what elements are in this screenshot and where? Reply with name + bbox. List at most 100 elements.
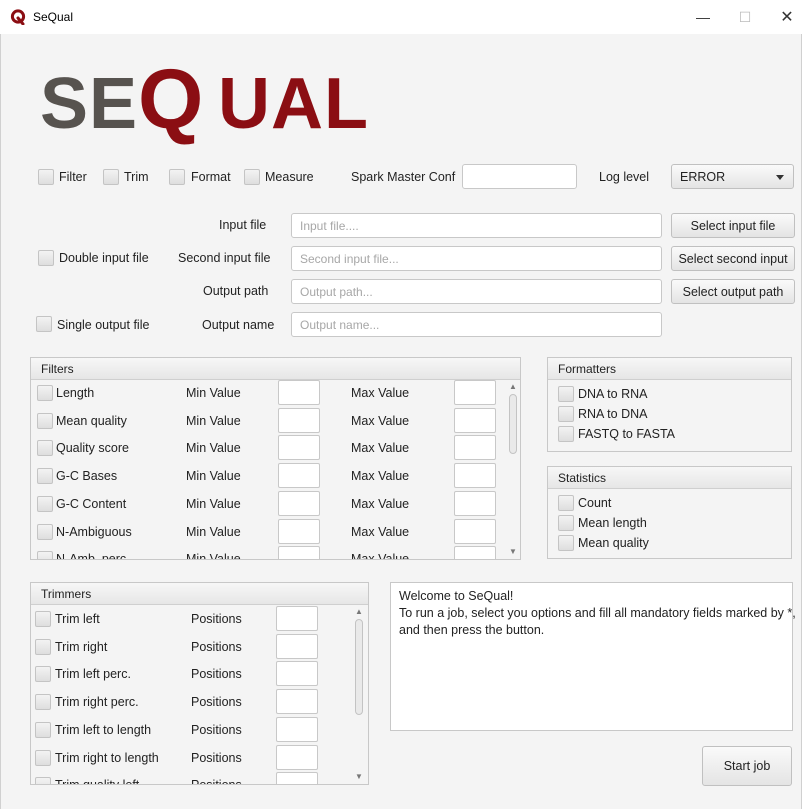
positions-input[interactable]: [276, 661, 318, 687]
formatter-label: DNA to RNA: [578, 387, 648, 401]
app-icon: [10, 9, 26, 25]
filter-row-checkbox[interactable]: [37, 523, 53, 540]
output-path-field[interactable]: [291, 279, 662, 304]
format-checkbox[interactable]: [169, 169, 185, 185]
filter-row-checkbox[interactable]: [37, 551, 53, 559]
max-value-input[interactable]: [454, 463, 496, 489]
trimmer-row-checkbox[interactable]: [35, 666, 51, 683]
single-output-checkbox[interactable]: [36, 316, 52, 332]
filter-row-label: G-C Content: [56, 496, 127, 511]
input-file-field[interactable]: [291, 213, 662, 238]
filter-row-checkbox[interactable]: [37, 385, 53, 401]
min-value-input[interactable]: [278, 490, 320, 516]
positions-label: Positions: [191, 750, 242, 765]
filters-scrollbar[interactable]: ▲ ▼: [507, 380, 520, 559]
statistic-checkbox[interactable]: [558, 535, 574, 551]
filter-row-label: N-Amb. perc.: [56, 552, 130, 560]
statistics-title: Statistics: [548, 467, 791, 489]
min-value-input[interactable]: [278, 546, 320, 559]
formatter-checkbox[interactable]: [558, 386, 574, 402]
filters-title: Filters: [31, 358, 520, 380]
trimmer-row-checkbox[interactable]: [35, 777, 51, 784]
positions-input[interactable]: [276, 772, 318, 784]
trimmer-row-label: Trim left to length: [55, 722, 152, 737]
double-input-checkbox[interactable]: [38, 250, 54, 266]
console-output[interactable]: Welcome to SeQual! To run a job, select …: [390, 582, 796, 731]
min-value-label: Min Value: [186, 524, 241, 539]
trimmer-row-checkbox[interactable]: [35, 749, 51, 766]
select-output-path-button[interactable]: Select output path: [671, 279, 795, 304]
statistic-checkbox[interactable]: [558, 515, 574, 531]
trimmers-scrollbar[interactable]: ▲ ▼: [353, 605, 366, 784]
output-name-field[interactable]: [291, 312, 662, 337]
filter-row-label: Quality score: [56, 441, 129, 456]
minimize-button[interactable]: —: [680, 0, 726, 34]
scroll-thumb[interactable]: [355, 619, 363, 715]
log-level-select[interactable]: ERROR: [671, 164, 794, 189]
formatter-label: FASTQ to FASTA: [578, 427, 676, 441]
maximize-button[interactable]: ☐: [722, 0, 768, 34]
scroll-thumb[interactable]: [509, 394, 517, 454]
select-second-input-button[interactable]: Select second input: [671, 246, 795, 271]
statistic-checkbox[interactable]: [558, 495, 574, 511]
positions-label: Positions: [191, 639, 242, 654]
max-value-input[interactable]: [454, 435, 496, 461]
filter-row-label: N-Ambiguous: [56, 524, 132, 539]
trimmer-row-label: Trim left: [55, 612, 100, 626]
positions-input[interactable]: [276, 606, 318, 631]
start-job-button[interactable]: Start job: [702, 746, 792, 786]
close-button[interactable]: ✕: [764, 0, 802, 34]
min-value-input[interactable]: [278, 435, 320, 461]
trimmer-row-label: Trim quality left: [55, 778, 139, 784]
max-value-input[interactable]: [454, 407, 496, 433]
log-level-label: Log level: [599, 170, 650, 184]
select-input-file-button[interactable]: Select input file: [671, 213, 795, 238]
trim-checkbox[interactable]: [103, 169, 119, 185]
min-value-input[interactable]: [278, 518, 320, 544]
filter-row-checkbox[interactable]: [37, 495, 53, 512]
max-value-label: Max Value: [351, 386, 410, 400]
trimmer-row-checkbox[interactable]: [35, 694, 51, 711]
trimmer-row-checkbox[interactable]: [35, 611, 51, 627]
trimmer-row-label: Trim right to length: [55, 750, 159, 765]
positions-input[interactable]: [276, 716, 318, 742]
filter-checkbox[interactable]: [38, 169, 54, 185]
max-value-input[interactable]: [454, 490, 496, 516]
filter-label: Filter: [59, 170, 87, 184]
trimmer-row-checkbox[interactable]: [35, 638, 51, 655]
trimmer-row-label: Trim right: [55, 639, 108, 654]
second-input-field[interactable]: [291, 246, 662, 271]
min-value-input[interactable]: [278, 380, 320, 405]
formatter-label: RNA to DNA: [578, 407, 648, 421]
formatters-title: Formatters: [548, 358, 791, 380]
filter-row-label: Mean quality: [56, 413, 127, 428]
scroll-down-icon[interactable]: ▼: [509, 548, 517, 556]
trimmer-row-checkbox[interactable]: [35, 721, 51, 738]
positions-input[interactable]: [276, 633, 318, 659]
filter-row-checkbox[interactable]: [37, 440, 53, 457]
formatters-panel: Formatters DNA to RNA RNA to DNA FASTQ to …: [547, 357, 792, 452]
scroll-up-icon[interactable]: ▲: [355, 608, 363, 616]
formatter-checkbox[interactable]: [558, 406, 574, 422]
positions-label: Positions: [191, 667, 242, 682]
max-value-label: Max Value: [351, 441, 410, 456]
min-value-input[interactable]: [278, 407, 320, 433]
svg-text:SE: SE: [40, 64, 138, 144]
formatter-checkbox[interactable]: [558, 426, 574, 442]
scroll-down-icon[interactable]: ▼: [355, 773, 363, 781]
measure-checkbox[interactable]: [244, 169, 260, 185]
spark-master-input[interactable]: [462, 164, 577, 189]
trimmers-panel: Trimmers Trim left Positions Trim right Pos…: [30, 582, 369, 785]
max-value-input[interactable]: [454, 380, 496, 405]
trimmer-row-label: Trim left perc.: [55, 667, 131, 682]
scroll-up-icon[interactable]: ▲: [509, 383, 517, 391]
max-value-input[interactable]: [454, 546, 496, 559]
filter-row-checkbox[interactable]: [37, 412, 53, 429]
min-value-label: Min Value: [186, 413, 241, 428]
max-value-input[interactable]: [454, 518, 496, 544]
positions-input[interactable]: [276, 744, 318, 770]
min-value-label: Min Value: [186, 386, 241, 400]
min-value-input[interactable]: [278, 463, 320, 489]
filter-row-checkbox[interactable]: [37, 468, 53, 485]
positions-input[interactable]: [276, 689, 318, 715]
